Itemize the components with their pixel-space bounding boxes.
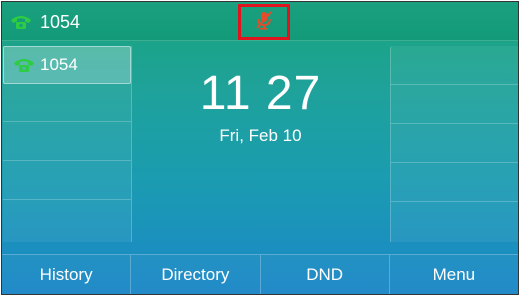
status-bar: 1054 [2,2,518,41]
line-key-3[interactable] [3,123,131,161]
line-key-5[interactable] [3,201,131,239]
clock-date: Fri, Feb 10 [219,126,302,145]
line-key-label: 1054 [40,55,78,74]
line-key-6[interactable] [391,46,518,85]
clock-time: 11 27 [199,67,322,120]
line-key-10[interactable] [391,202,518,241]
softkey-bar: History Directory DND Menu [2,254,518,294]
line-key-9[interactable] [391,163,518,202]
mute-indicator [238,4,290,40]
phone-screen: 1054 1054 11 27 Fri, Feb 10 History Dire… [1,1,519,295]
softkey-menu[interactable]: Menu [390,255,518,294]
line-key-4[interactable] [3,162,131,200]
softkey-dnd[interactable]: DND [261,255,390,294]
phone-handset-icon [12,57,36,73]
mute-icon [253,9,275,36]
line-key-1054[interactable]: 1054 [3,46,131,84]
account-label: 1054 [40,11,81,32]
softkey-directory[interactable]: Directory [131,255,261,294]
right-line-keys [390,46,518,242]
line-key-2[interactable] [3,84,131,122]
softkey-history[interactable]: History [2,255,132,294]
account-indicator: 1054 [9,11,80,33]
left-line-keys: 1054 [3,46,132,242]
phone-handset-icon [9,14,33,30]
line-key-8[interactable] [391,124,518,163]
line-key-7[interactable] [391,85,518,124]
